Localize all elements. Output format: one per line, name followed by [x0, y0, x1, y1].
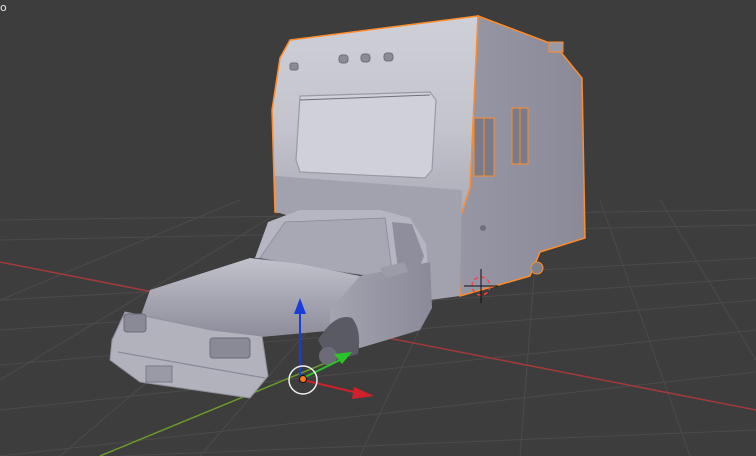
object-origin-icon: [299, 375, 307, 383]
viewport-scene[interactable]: [0, 0, 756, 456]
gizmo-x-arrow: [352, 387, 374, 399]
license-plate: [145, 365, 173, 383]
gizmo-y-axis: [302, 359, 341, 379]
3d-viewport[interactable]: o: [0, 0, 756, 456]
